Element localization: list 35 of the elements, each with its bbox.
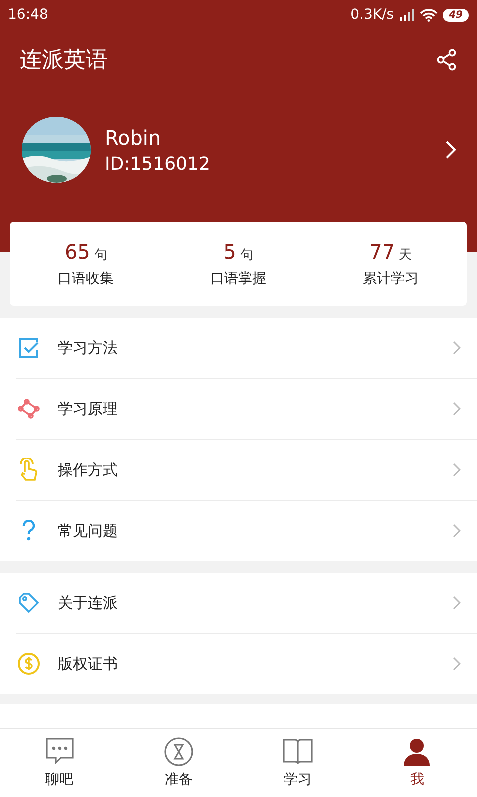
chevron-right-icon	[453, 524, 461, 538]
dollar-coin-icon	[17, 652, 41, 676]
stat-label: 口语收集	[58, 270, 114, 288]
chat-bubble-icon	[44, 737, 76, 767]
signal-icon	[399, 9, 416, 21]
tap-hand-icon	[18, 458, 40, 482]
app-title: 连派英语	[20, 47, 108, 75]
network-speed: 0.3K/s	[350, 7, 394, 23]
checkbox-icon	[17, 336, 41, 360]
hourglass-icon	[164, 737, 194, 767]
battery-indicator: 49	[443, 8, 469, 22]
stat-unit: 句	[240, 247, 254, 264]
chevron-right-icon	[453, 596, 461, 610]
person-icon	[402, 737, 432, 767]
question-icon	[21, 520, 37, 542]
stat-value: 65	[64, 240, 90, 264]
stat-value: 5	[224, 240, 236, 264]
clock: 16:48	[8, 7, 48, 23]
wifi-icon	[420, 8, 438, 22]
chevron-right-icon	[453, 463, 461, 477]
stat-value: 77	[370, 240, 396, 264]
chevron-right-icon	[453, 341, 461, 355]
stat-label: 累计学习	[362, 270, 419, 288]
chevron-right-icon	[445, 140, 457, 160]
book-icon	[282, 737, 314, 767]
user-name: Robin	[105, 126, 162, 150]
chevron-right-icon	[453, 657, 461, 671]
stat-unit: 天	[399, 247, 412, 264]
stat-label: 口语掌握	[210, 270, 266, 288]
nodes-icon	[17, 398, 41, 420]
stat-unit: 句	[94, 247, 108, 264]
user-id: ID:1516012	[105, 154, 212, 174]
tag-icon	[17, 591, 41, 615]
chevron-right-icon	[453, 402, 461, 416]
share-icon	[437, 49, 457, 71]
